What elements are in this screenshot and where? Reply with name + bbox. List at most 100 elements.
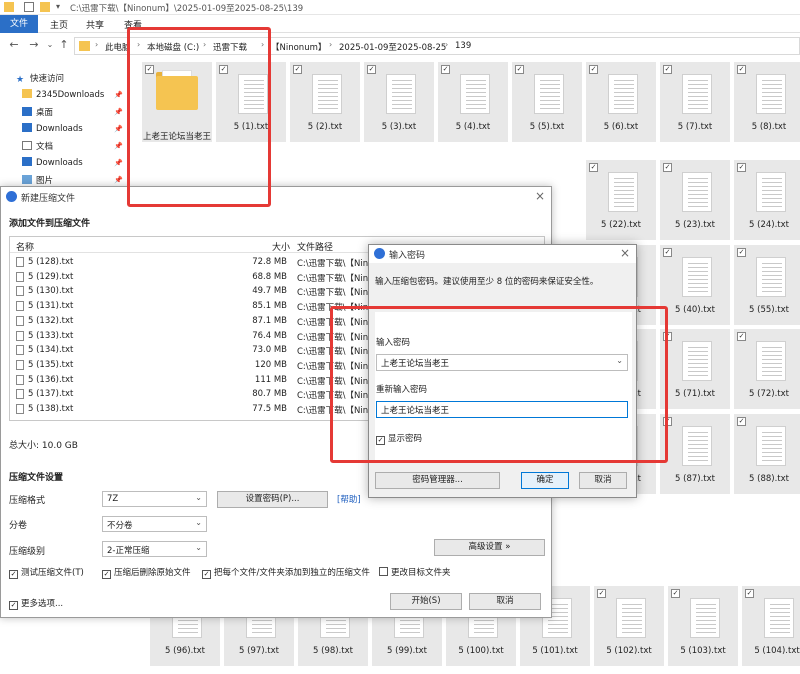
checkbox[interactable]: ✓	[367, 65, 376, 74]
delete-after-checkbox[interactable]: ✓ 压缩后删除原始文件	[102, 566, 191, 579]
password-input[interactable]: 上老王论坛当老王 ⌄	[376, 354, 628, 371]
checkbox[interactable]: ✓	[663, 417, 672, 426]
column-header-name[interactable]: 名称	[16, 240, 34, 253]
breadcrumb-item[interactable]: 【Ninonum】	[271, 41, 326, 53]
folder-tile[interactable]: ✓ 上老王论坛当老王	[142, 62, 212, 142]
level-select[interactable]: 2-正常压缩 ⌄	[102, 541, 207, 557]
file-tile[interactable]: ✓ 5 (102).txt	[594, 586, 664, 666]
checkbox[interactable]: ✓	[671, 589, 680, 598]
confirm-password-input[interactable]: 上老王论坛当老王	[376, 401, 628, 418]
checkbox[interactable]: ✓	[737, 417, 746, 426]
up-arrow-icon[interactable]: ↑	[58, 39, 70, 51]
breadcrumb-item[interactable]: 此电脑	[105, 41, 131, 53]
nav-item-documents[interactable]: 文档	[22, 140, 53, 154]
file-tile[interactable]: ✓ 5 (88).txt	[734, 414, 800, 494]
checkbox[interactable]: ✓	[9, 601, 18, 610]
checkbox[interactable]: ✓	[737, 332, 746, 341]
breadcrumb-item[interactable]: 2025-01-09至2025-08-25	[339, 41, 446, 53]
file-tile[interactable]: ✓ 5 (103).txt	[668, 586, 738, 666]
file-tile[interactable]: ✓ 5 (72).txt	[734, 329, 800, 409]
close-icon[interactable]: ×	[620, 246, 630, 260]
tab-home[interactable]: 主页	[50, 18, 68, 31]
breadcrumb-item[interactable]: 本地磁盘 (C:)	[147, 41, 199, 53]
change-target-checkbox[interactable]: 更改目标文件夹	[379, 566, 451, 578]
file-tile[interactable]: ✓ 5 (40).txt	[660, 245, 730, 325]
show-password-checkbox[interactable]: ✓ 显示密码	[376, 432, 422, 445]
checkbox[interactable]	[379, 567, 388, 576]
checkbox[interactable]: ✓	[597, 589, 606, 598]
start-button[interactable]: 开始(S)	[390, 593, 462, 610]
test-archive-checkbox[interactable]: ✓ 测试压缩文件(T)	[9, 566, 84, 579]
cancel-button[interactable]: 取消	[579, 472, 627, 489]
file-tile[interactable]: ✓ 5 (7).txt	[660, 62, 730, 142]
checkbox[interactable]: ✓	[9, 570, 18, 579]
checkbox[interactable]: ✓	[441, 65, 450, 74]
nav-quick-access[interactable]: ★ 快速访问	[16, 72, 64, 86]
checkbox[interactable]: ✓	[737, 163, 746, 172]
advanced-settings-button[interactable]: 高级设置 »	[434, 539, 545, 556]
new-folder-icon[interactable]	[40, 2, 50, 12]
close-icon[interactable]: ×	[535, 189, 545, 203]
file-tile[interactable]: ✓ 5 (3).txt	[364, 62, 434, 142]
file-tile[interactable]: ✓ 5 (104).txt	[742, 586, 800, 666]
checkbox[interactable]: ✓	[663, 65, 672, 74]
file-tile[interactable]: ✓ 5 (2).txt	[290, 62, 360, 142]
file-tile[interactable]: ✓ 5 (1).txt	[216, 62, 286, 142]
checkbox[interactable]: ✓	[663, 163, 672, 172]
file-tile[interactable]: ✓ 5 (24).txt	[734, 160, 800, 240]
file-tile[interactable]: ✓ 5 (5).txt	[512, 62, 582, 142]
checkbox[interactable]: ✓	[219, 65, 228, 74]
file-tile[interactable]: ✓ 5 (4).txt	[438, 62, 508, 142]
checkbox[interactable]: ✓	[202, 570, 211, 579]
breadcrumb-separator-icon: ›	[445, 40, 449, 49]
nav-item-downloads-2[interactable]: Downloads	[22, 157, 83, 171]
app-icon	[6, 191, 17, 202]
checkbox[interactable]: ✓	[663, 248, 672, 257]
properties-icon[interactable]	[24, 2, 34, 12]
checkbox[interactable]: ✓	[376, 436, 385, 445]
checkbox[interactable]: ✓	[145, 65, 154, 74]
separate-archives-checkbox[interactable]: ✓ 把每个文件/文件夹添加到独立的压缩文件	[202, 566, 370, 579]
file-tile[interactable]: ✓ 5 (22).txt	[586, 160, 656, 240]
set-password-button[interactable]: 设置密码(P)...	[217, 491, 328, 508]
checkbox[interactable]: ✓	[663, 332, 672, 341]
checkbox[interactable]: ✓	[102, 570, 111, 579]
format-select[interactable]: 7Z ⌄	[102, 491, 207, 507]
more-options-checkbox[interactable]: ✓ 更多选项...	[9, 597, 63, 610]
volume-select[interactable]: 不分卷 ⌄	[102, 516, 207, 532]
back-arrow-icon[interactable]: ←	[8, 39, 20, 51]
address-bar[interactable]: › 此电脑 › 本地磁盘 (C:) › 迅雷下载 › 【Ninonum】 › 2…	[74, 37, 800, 55]
tab-view[interactable]: 查看	[124, 18, 142, 31]
chevron-down-icon[interactable]: ▾	[56, 2, 66, 12]
checkbox[interactable]: ✓	[737, 248, 746, 257]
nav-item-downloads[interactable]: Downloads	[22, 123, 83, 137]
breadcrumb-item[interactable]: 迅雷下载	[213, 41, 247, 53]
nav-item-2345downloads[interactable]: 2345Downloads	[22, 89, 104, 103]
nav-item-desktop[interactable]: 桌面	[22, 106, 53, 120]
help-link[interactable]: [帮助]	[337, 493, 361, 505]
file-tile[interactable]: ✓ 5 (23).txt	[660, 160, 730, 240]
file-tile[interactable]: ✓ 5 (8).txt	[734, 62, 800, 142]
tab-file[interactable]: 文件	[0, 15, 38, 33]
column-header-path[interactable]: 文件路径	[297, 240, 333, 253]
cancel-button[interactable]: 取消	[469, 593, 541, 610]
file-tile[interactable]: ✓ 5 (55).txt	[734, 245, 800, 325]
checkbox[interactable]: ✓	[589, 163, 598, 172]
password-manager-button[interactable]: 密码管理器...	[375, 472, 500, 489]
forward-arrow-icon[interactable]: →	[28, 39, 40, 51]
column-header-size[interactable]: 大小	[272, 240, 290, 253]
chevron-down-icon[interactable]: ⌄	[616, 356, 623, 365]
checkbox[interactable]: ✓	[515, 65, 524, 74]
file-tile[interactable]: ✓ 5 (71).txt	[660, 329, 730, 409]
ok-button[interactable]: 确定	[521, 472, 569, 489]
recent-chevron-icon[interactable]: ⌄	[44, 39, 56, 51]
breadcrumb-item[interactable]: 139	[455, 41, 471, 51]
checkbox[interactable]: ✓	[745, 589, 754, 598]
file-path: C:\迅雷下载\【Nin	[297, 303, 369, 314]
tab-share[interactable]: 共享	[86, 18, 104, 31]
checkbox[interactable]: ✓	[737, 65, 746, 74]
file-tile[interactable]: ✓ 5 (6).txt	[586, 62, 656, 142]
checkbox[interactable]: ✓	[589, 65, 598, 74]
file-tile[interactable]: ✓ 5 (87).txt	[660, 414, 730, 494]
checkbox[interactable]: ✓	[293, 65, 302, 74]
